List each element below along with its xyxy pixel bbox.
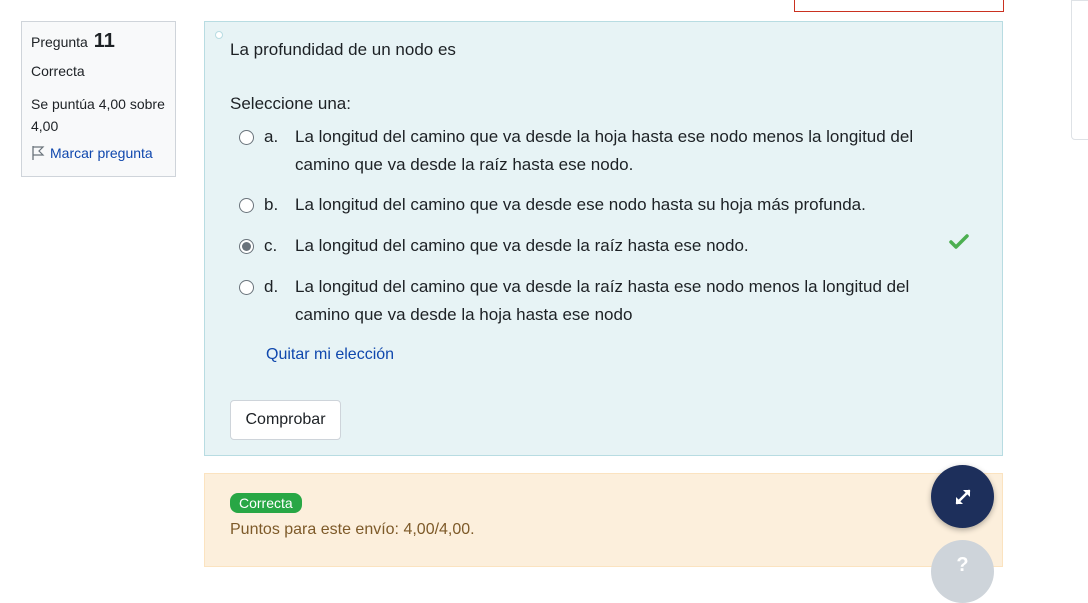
question-text: La profundidad de un nodo es	[230, 40, 456, 59]
top-banner-box	[794, 0, 1004, 12]
answer-option-b[interactable]: b. La longitud del camino que va desde e…	[239, 191, 945, 219]
answer-prompt: Seleccione una:	[230, 94, 351, 113]
flag-icon	[32, 146, 45, 160]
right-side-panel	[1071, 0, 1088, 140]
expand-icon	[955, 489, 970, 504]
answer-letter: b.	[264, 195, 279, 214]
question-number-value: 11	[93, 30, 115, 52]
answer-text: La longitud del camino que va desde ese …	[295, 195, 866, 214]
question-anchor	[215, 31, 223, 39]
question-info-panel: Pregunta 11 Correcta Se puntúa 4,00 sobr…	[21, 21, 176, 177]
answer-letter: a.	[264, 127, 279, 146]
answer-text: La longitud del camino que va desde la r…	[295, 277, 910, 324]
answer-letter: c.	[264, 236, 278, 255]
answer-text: La longitud del camino que va desde la r…	[295, 236, 749, 255]
clear-choice-link[interactable]: Quitar mi elección	[266, 346, 394, 364]
radio-c[interactable]	[239, 239, 254, 254]
answer-text: La longitud del camino que va desde la h…	[295, 127, 914, 174]
points-text: Puntos para este envío: 4,00/4,00.	[230, 521, 475, 538]
flag-question-label: Marcar pregunta	[50, 145, 153, 161]
radio-a[interactable]	[239, 130, 254, 145]
question-grade: Se puntúa 4,00 sobre 4,00	[31, 96, 165, 134]
answer-letter: d.	[264, 277, 279, 296]
help-button[interactable]: ?	[931, 540, 994, 603]
feedback-panel: Correcta Puntos para este envío: 4,00/4,…	[204, 473, 1003, 567]
question-label: Pregunta	[31, 34, 88, 50]
flag-question-link[interactable]: Marcar pregunta	[31, 145, 166, 161]
question-formulation: La profundidad de un nodo es Seleccione …	[204, 21, 1003, 456]
expand-button[interactable]	[931, 465, 994, 528]
answer-option-c[interactable]: c. La longitud del camino que va desde l…	[239, 232, 945, 260]
status-badge: Correcta	[230, 493, 302, 513]
radio-d[interactable]	[239, 280, 254, 295]
check-icon	[949, 234, 969, 249]
question-state: Correcta	[31, 63, 85, 79]
question-number: Pregunta 11	[31, 30, 166, 53]
radio-b[interactable]	[239, 198, 254, 213]
help-glyph: ?	[956, 554, 969, 576]
answer-option-d[interactable]: d. La longitud del camino que va desde l…	[239, 273, 945, 329]
answer-option-a[interactable]: a. La longitud del camino que va desde l…	[239, 123, 945, 179]
check-button[interactable]: Comprobar	[230, 400, 341, 440]
